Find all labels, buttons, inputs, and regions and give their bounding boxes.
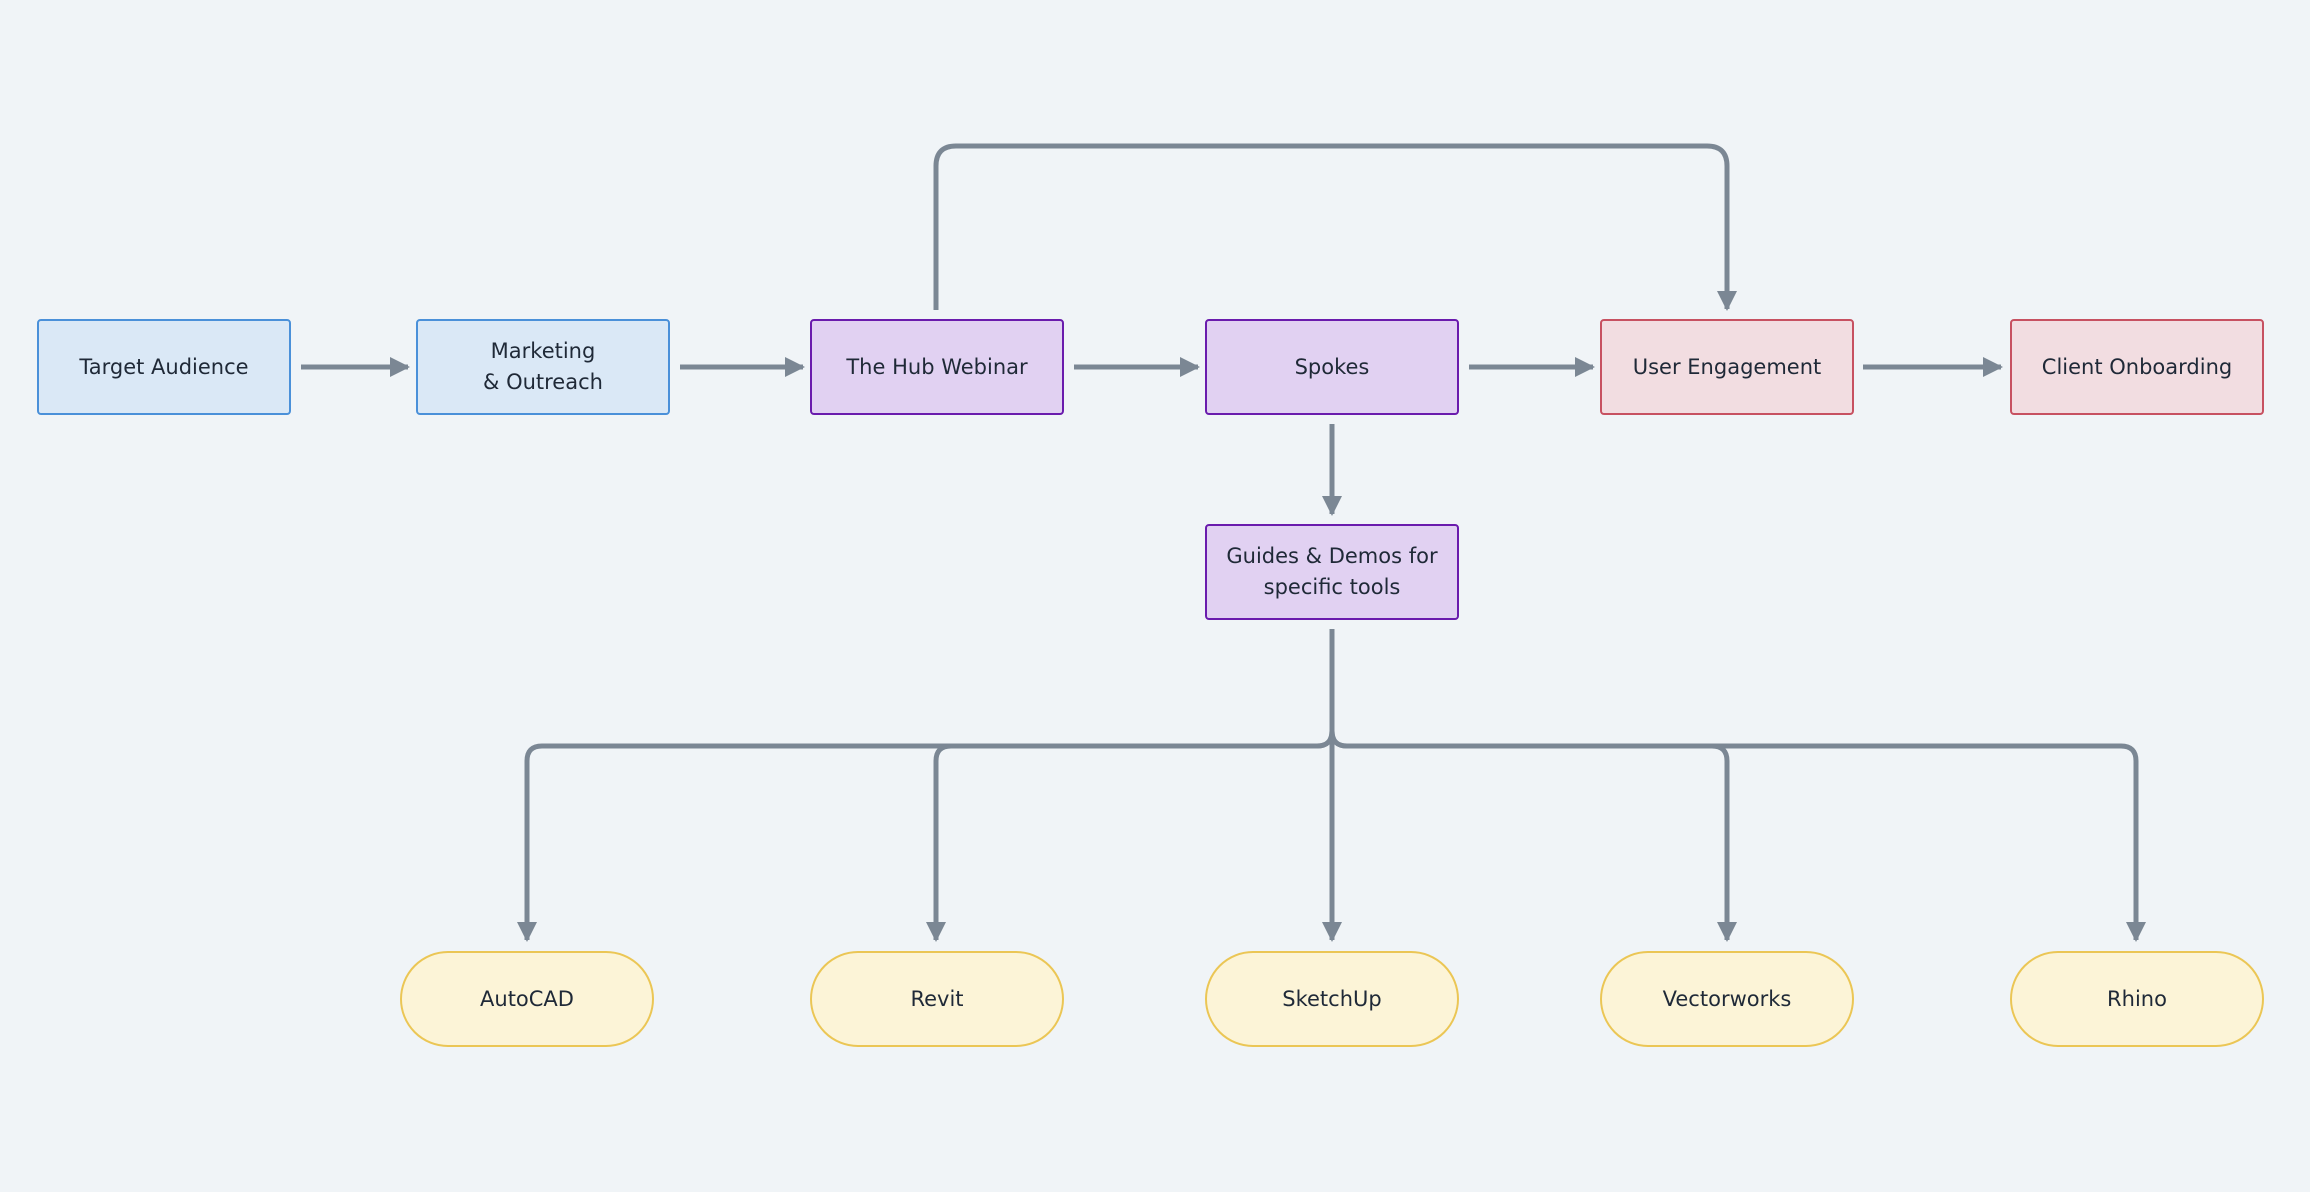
edge-hub-webinar-to-user-engagement [933, 143, 1737, 311]
edge-guides-to-autocad [517, 629, 1335, 942]
node-revit[interactable]: Revit [810, 951, 1064, 1047]
node-rhino-label: Rhino [2107, 986, 2167, 1011]
node-marketing-outreach-label-line1: Marketing [490, 339, 596, 363]
node-user-engagement-label: User Engagement [1632, 354, 1822, 379]
node-target-audience-label: Target Audience [79, 354, 249, 379]
edge-guides-to-revit [926, 629, 1335, 942]
node-target-audience[interactable]: Target Audience [37, 319, 291, 415]
node-hub-webinar[interactable]: The Hub Webinar [810, 319, 1064, 415]
node-hub-webinar-label: The Hub Webinar [846, 354, 1028, 379]
node-rhino[interactable]: Rhino [2010, 951, 2264, 1047]
node-sketchup[interactable]: SketchUp [1205, 951, 1459, 1047]
node-vectorworks-label: Vectorworks [1662, 986, 1792, 1011]
node-client-onboarding[interactable]: Client Onboarding [2010, 319, 2264, 415]
node-sketchup-label: SketchUp [1282, 986, 1382, 1011]
node-autocad[interactable]: AutoCAD [400, 951, 654, 1047]
node-vectorworks[interactable]: Vectorworks [1600, 951, 1854, 1047]
node-guides-demos-label-line2: specific tools [1263, 575, 1401, 599]
node-spokes[interactable]: Spokes [1205, 319, 1459, 415]
node-revit-label: Revit [910, 986, 964, 1011]
node-user-engagement[interactable]: User Engagement [1600, 319, 1854, 415]
node-marketing-outreach[interactable]: Marketing & Outreach [416, 319, 670, 415]
node-guides-demos[interactable]: Guides & Demos for specific tools [1205, 524, 1459, 620]
node-marketing-outreach-label-line2: & Outreach [483, 370, 603, 394]
connector-layer [301, 143, 2146, 942]
node-autocad-label: AutoCAD [480, 986, 574, 1011]
edge-guides-to-vectorworks [1329, 629, 1737, 942]
edge-guides-to-rhino [1329, 629, 2146, 942]
node-guides-demos-label-line1: Guides & Demos for [1226, 544, 1438, 568]
node-spokes-label: Spokes [1294, 354, 1370, 379]
node-client-onboarding-label: Client Onboarding [2041, 354, 2233, 379]
